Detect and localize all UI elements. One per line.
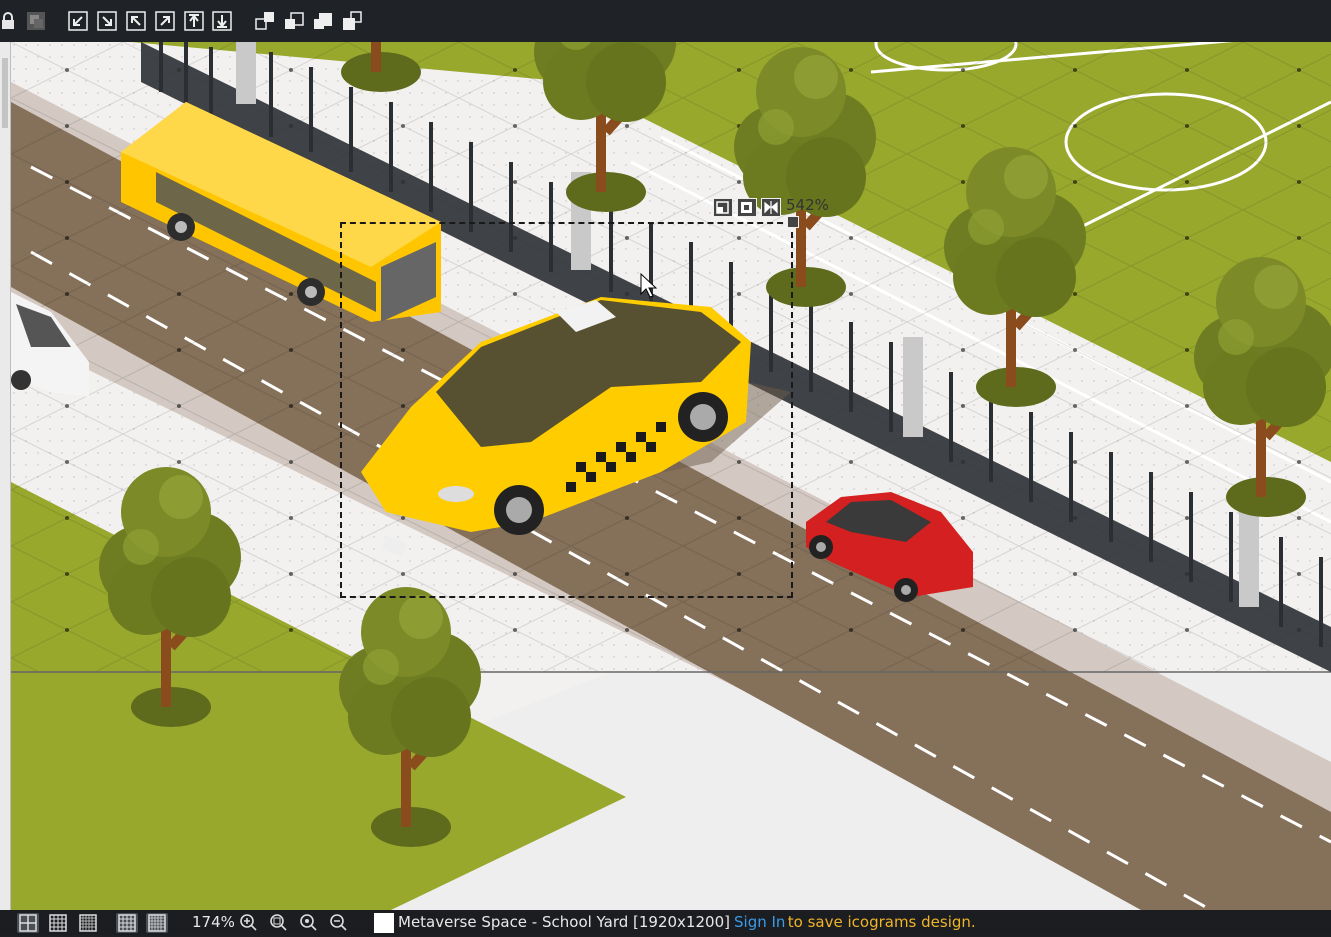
move-to-top-left-icon[interactable] <box>126 11 146 31</box>
fit-icon[interactable] <box>737 198 757 217</box>
zoom-level: 174% <box>192 913 235 931</box>
send-to-back-icon[interactable] <box>342 11 362 31</box>
zoom-fit-icon[interactable] <box>268 913 290 933</box>
move-to-top-icon[interactable] <box>184 11 204 31</box>
grid-view-icon[interactable] <box>17 913 39 933</box>
bring-forward-icon[interactable] <box>284 11 304 31</box>
scrollbar-thumb[interactable] <box>2 58 8 128</box>
snap-grid-icon[interactable] <box>116 913 138 933</box>
zoom-reset-icon[interactable] <box>298 913 320 933</box>
layers-icon[interactable] <box>26 11 46 31</box>
lock-icon[interactable] <box>0 11 20 31</box>
snap-dots-icon[interactable] <box>146 913 168 933</box>
background-color-swatch[interactable] <box>374 913 394 933</box>
design-title: Metaverse Space - School Yard [1920x1200… <box>398 913 730 931</box>
status-bar: 174% Metaverse Space - School Yard [1920… <box>0 910 1331 935</box>
vertical-scrollbar[interactable] <box>0 42 11 910</box>
top-toolbar <box>0 0 1331 42</box>
sign-in-message: to save icograms design. <box>783 913 976 931</box>
crop-icon[interactable] <box>713 198 733 217</box>
move-to-bottom-icon[interactable] <box>212 11 232 31</box>
bring-to-front-icon[interactable] <box>255 11 275 31</box>
resize-handle[interactable] <box>787 216 799 228</box>
move-to-top-right-icon[interactable] <box>155 11 175 31</box>
flip-icon[interactable] <box>761 198 781 217</box>
send-backward-icon[interactable] <box>313 11 333 31</box>
sign-in-link[interactable]: Sign In <box>734 913 785 932</box>
zoom-out-icon[interactable] <box>328 913 350 933</box>
design-canvas[interactable]: 542% <box>0 42 1331 910</box>
selection-zoom-label: 542% <box>786 196 829 214</box>
zoom-in-icon[interactable] <box>238 913 260 933</box>
move-to-bottom-left-icon[interactable] <box>68 11 88 31</box>
selection-box[interactable] <box>340 222 793 598</box>
dots-grid-icon[interactable] <box>47 913 69 933</box>
fine-grid-icon[interactable] <box>77 913 99 933</box>
move-to-bottom-right-icon[interactable] <box>97 11 117 31</box>
